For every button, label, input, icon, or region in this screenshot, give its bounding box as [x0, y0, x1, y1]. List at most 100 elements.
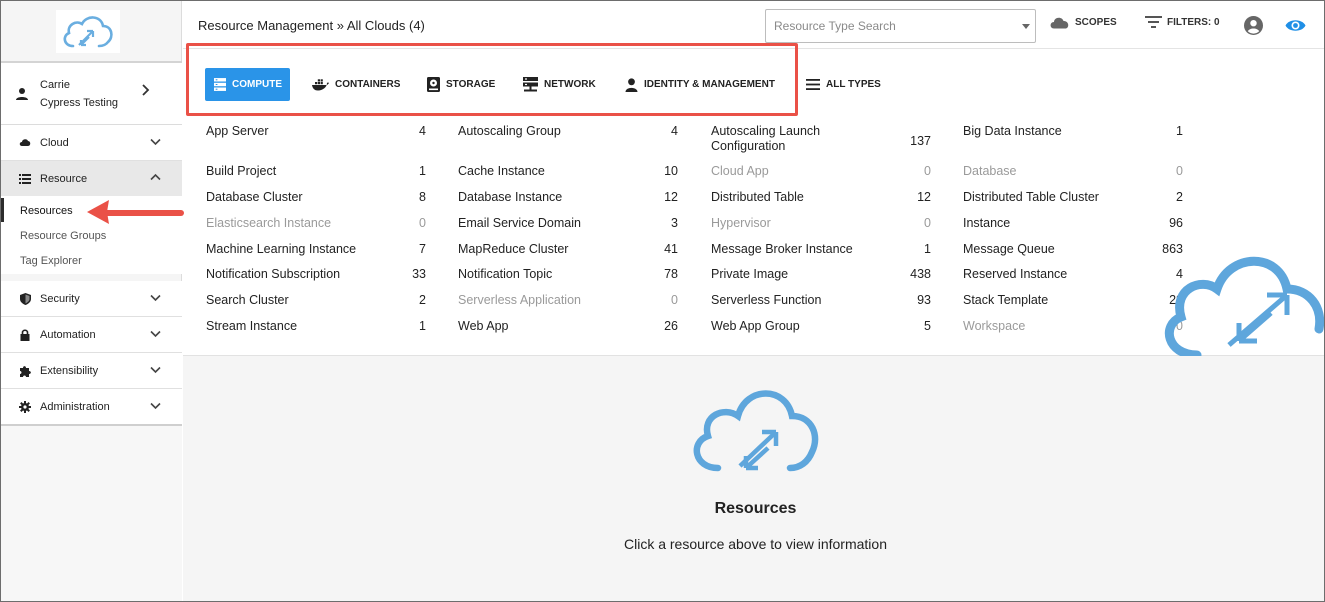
chevron-down-icon: [150, 366, 161, 374]
resource-type-name: Web App Group: [711, 319, 800, 333]
sidebar-item-cloud[interactable]: Cloud: [1, 125, 182, 161]
resource-type-item[interactable]: Private Image 438: [711, 267, 941, 287]
resource-type-name: Email Service Domain: [458, 216, 581, 230]
sidebar-item-security[interactable]: Security: [1, 281, 182, 317]
resource-type-item[interactable]: Distributed Table 12: [711, 190, 941, 210]
resource-type-item[interactable]: Serverless Application 0: [458, 293, 688, 313]
chevron-down-icon: [150, 138, 161, 146]
resource-type-item[interactable]: Autoscaling Group 4: [458, 124, 688, 144]
resource-detail-panel: Resources Click a resource above to view…: [183, 356, 1324, 601]
sidebar-item-extensibility[interactable]: Extensibility: [1, 353, 182, 389]
resource-type-count: 12: [917, 190, 931, 204]
resource-type-item[interactable]: Big Data Instance 1: [963, 124, 1193, 144]
account-circle-icon[interactable]: [1244, 16, 1263, 35]
scopes-label: SCOPES: [1075, 17, 1117, 28]
dropdown-caret-icon[interactable]: [1022, 24, 1030, 29]
resource-type-name: Serverless Application: [458, 293, 581, 307]
resource-type-item[interactable]: Stream Instance 1: [206, 319, 436, 339]
resource-type-count: 93: [917, 293, 931, 307]
tab-network[interactable]: NETWORK: [515, 68, 604, 101]
person-icon: [625, 77, 638, 92]
resource-type-item[interactable]: Machine Learning Instance 7: [206, 242, 436, 262]
resource-type-name: Machine Learning Instance: [206, 242, 357, 256]
filters-label: FILTERS: 0: [1167, 16, 1220, 28]
cloud-icon: [19, 137, 31, 149]
resource-type-item[interactable]: Hypervisor 0: [711, 216, 941, 236]
resource-type-count: 78: [664, 267, 678, 281]
resource-type-item[interactable]: Web App Group 5: [711, 319, 941, 339]
resource-type-count: 10: [664, 164, 678, 178]
sidebar-subitem-tag-explorer[interactable]: Tag Explorer: [20, 255, 82, 267]
sidebar-item-administration[interactable]: Administration: [1, 389, 182, 425]
resource-type-item[interactable]: Build Project 1: [206, 164, 436, 184]
resource-type-item[interactable]: Message Broker Instance 1: [711, 242, 941, 262]
resource-type-item[interactable]: Cache Instance 10: [458, 164, 688, 184]
resource-type-item[interactable]: MapReduce Cluster 41: [458, 242, 688, 262]
user-menu[interactable]: Carrie Cypress Testing: [1, 63, 182, 125]
sidebar-subitem-resources[interactable]: Resources: [20, 205, 73, 217]
resource-type-item[interactable]: Distributed Table Cluster 2: [963, 190, 1193, 210]
resource-type-name: Search Cluster: [206, 293, 289, 307]
resource-type-name: Distributed Table: [711, 190, 804, 204]
resource-type-item[interactable]: Autoscaling Launch Configuration 137: [711, 124, 941, 153]
resource-type-name: Reserved Instance: [963, 267, 1068, 281]
resource-type-item[interactable]: Database Instance 12: [458, 190, 688, 210]
resource-type-item[interactable]: Serverless Function 93: [711, 293, 941, 313]
resource-type-item[interactable]: Notification Subscription 33: [206, 267, 436, 287]
resource-type-count: 33: [412, 267, 426, 281]
resource-type-count: 4: [419, 124, 426, 138]
docker-whale-icon: [312, 79, 329, 91]
resource-type-item[interactable]: Web App 26: [458, 319, 688, 339]
tab-label: CONTAINERS: [335, 79, 401, 90]
sidebar-item-automation[interactable]: Automation: [1, 317, 182, 353]
sidebar-subitem-resource-groups[interactable]: Resource Groups: [20, 230, 106, 242]
resource-type-name: Stack Template: [963, 293, 1049, 307]
app-logo[interactable]: [56, 10, 120, 53]
resource-type-count: 438: [910, 267, 931, 281]
resource-type-count: 0: [419, 216, 426, 230]
tab-identity-management[interactable]: IDENTITY & MANAGEMENT: [617, 68, 783, 101]
chevron-down-icon: [150, 402, 161, 410]
resource-type-item[interactable]: Search Cluster 2: [206, 293, 436, 313]
chevron-down-icon: [150, 294, 161, 302]
eye-icon[interactable]: [1285, 18, 1306, 33]
tab-all-types[interactable]: ALL TYPES: [798, 68, 889, 101]
resource-type-name: Elasticsearch Instance: [206, 216, 332, 230]
resource-type-item[interactable]: Email Service Domain 3: [458, 216, 688, 236]
tab-storage[interactable]: STORAGE: [419, 68, 503, 101]
sidebar-item-resource[interactable]: Resource: [1, 161, 182, 197]
resource-type-count: 12: [664, 190, 678, 204]
resource-type-item[interactable]: Elasticsearch Instance 0: [206, 216, 436, 236]
resource-type-item[interactable]: Cloud App 0: [711, 164, 941, 184]
resource-type-count: 26: [664, 319, 678, 333]
sidebar: Carrie Cypress Testing Cloud Resource Re…: [1, 1, 182, 601]
filters-button[interactable]: FILTERS: 0: [1145, 16, 1220, 28]
resource-type-count: 3: [671, 216, 678, 230]
resource-type-name: Database: [963, 164, 1017, 178]
resource-type-item[interactable]: Database 0: [963, 164, 1193, 184]
cloud-logo-icon: [63, 15, 113, 47]
active-indicator: [1, 198, 4, 222]
user-icon: [16, 87, 28, 100]
resource-type-name: MapReduce Cluster: [458, 242, 569, 256]
sidebar-item-label: Resource: [40, 172, 88, 185]
hard-drive-icon: [427, 77, 440, 92]
resource-type-item[interactable]: Database Cluster 8: [206, 190, 436, 210]
resource-type-item[interactable]: Notification Topic 78: [458, 267, 688, 287]
resource-type-name: Workspace: [963, 319, 1026, 333]
resource-submenu: Resources Resource Groups Tag Explorer: [1, 196, 182, 274]
scopes-button[interactable]: SCOPES: [1049, 16, 1117, 29]
breadcrumb[interactable]: Resource Management » All Clouds (4): [198, 18, 425, 33]
resource-type-item[interactable]: App Server 4: [206, 124, 436, 144]
resource-type-count: 0: [671, 293, 678, 307]
list-icon: [19, 173, 31, 185]
resource-type-count: 4: [671, 124, 678, 138]
tab-compute[interactable]: COMPUTE: [205, 68, 290, 101]
resource-type-name: Database Cluster: [206, 190, 303, 204]
resource-type-name: Serverless Function: [711, 293, 822, 307]
tab-containers[interactable]: CONTAINERS: [304, 68, 408, 101]
sidebar-item-label: Administration: [40, 400, 110, 413]
search-input[interactable]: [766, 10, 1006, 42]
resource-type-search[interactable]: [765, 9, 1036, 43]
resource-type-count: 2: [419, 293, 426, 307]
